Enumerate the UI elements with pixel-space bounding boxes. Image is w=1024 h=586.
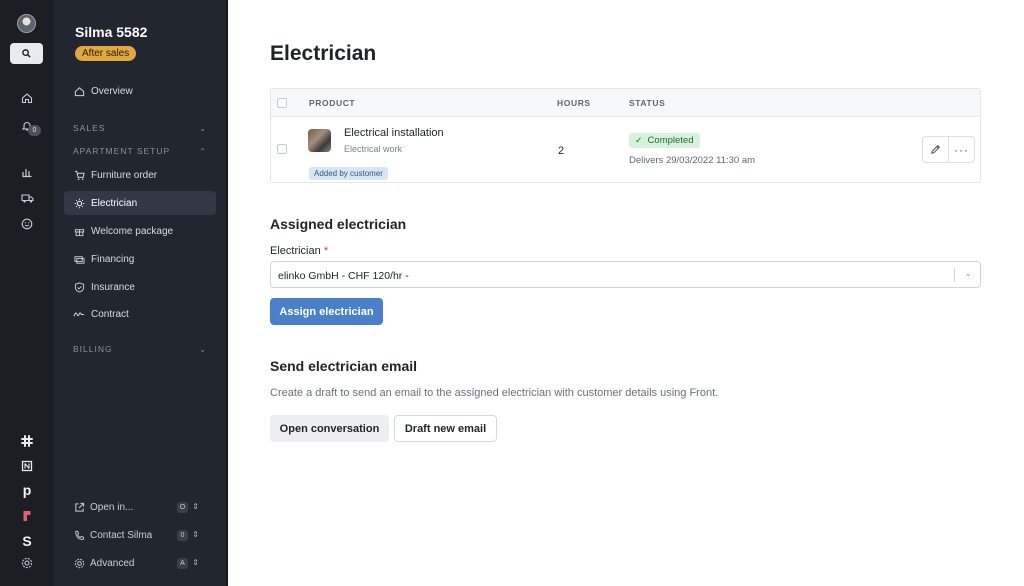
section-label: SALES <box>73 123 106 133</box>
sidebar-item-furniture-order[interactable]: Furniture order <box>64 163 216 187</box>
row-checkbox[interactable] <box>277 144 287 154</box>
field-label-text: Electrician <box>270 245 321 257</box>
status-badge: ✓ Completed <box>629 133 700 148</box>
home-icon[interactable] <box>0 87 54 109</box>
stage-badge: After sales <box>75 46 137 61</box>
chevron-down-icon: ⌄ <box>199 344 207 354</box>
section-label: BILLING <box>73 344 113 354</box>
chevron-down-icon: ⌄ <box>199 123 207 133</box>
updown-icon: ⇕ <box>192 530 199 539</box>
product-table: PRODUCT HOURS STATUS Electrical installa… <box>270 88 981 183</box>
pencil-icon <box>931 144 941 154</box>
sidebar-item-label: Welcome package <box>91 225 174 237</box>
external-link-icon <box>73 501 85 513</box>
assign-electrician-button[interactable]: Assign electrician <box>270 298 383 325</box>
sidebar-item-label: Electrician <box>91 197 138 209</box>
gift-icon <box>73 225 85 237</box>
shield-icon <box>73 281 85 293</box>
chevron-up-icon: ⌃ <box>199 146 207 156</box>
signature-icon <box>73 308 85 320</box>
section-apartment-setup[interactable]: APARTMENT SETUP ⌃ <box>73 145 207 157</box>
product-subtitle: Electrical work <box>344 144 403 154</box>
open-conversation-button[interactable]: Open conversation <box>270 415 389 442</box>
sidebar-item-label: Financing <box>91 253 135 265</box>
sidebar-item-welcome-package[interactable]: Welcome package <box>64 219 216 243</box>
advanced-menu[interactable]: Advanced A ⇕ <box>73 555 207 571</box>
bulb-icon <box>73 197 85 209</box>
shortcut-key: O <box>177 501 188 513</box>
updown-icon: ⇕ <box>192 502 199 511</box>
cart-icon <box>73 169 85 181</box>
draft-new-email-button[interactable]: Draft new email <box>394 415 497 442</box>
gear-icon <box>73 557 85 569</box>
customer-title: Silma 5582 <box>75 24 148 40</box>
added-by-customer-tag: Added by customer <box>309 167 388 180</box>
contact-menu[interactable]: Contact Silma 0 ⇕ <box>73 527 207 543</box>
product-name: Electrical installation <box>344 127 444 139</box>
smile-icon[interactable] <box>0 213 54 235</box>
money-icon <box>73 253 85 265</box>
footer-item-label: Open in... <box>90 501 134 513</box>
stripe-icon[interactable]: S <box>0 530 54 552</box>
section-sales[interactable]: SALES ⌄ <box>73 122 207 134</box>
check-icon: ✓ <box>635 135 643 145</box>
select-divider <box>954 268 955 282</box>
send-email-heading: Send electrician email <box>270 358 418 374</box>
figma-icon[interactable] <box>0 505 54 527</box>
assigned-electrician-heading: Assigned electrician <box>270 216 407 232</box>
electrician-select[interactable]: elinko GmbH - CHF 120/hr - ⌄ <box>270 261 981 288</box>
slack-icon[interactable] <box>0 430 54 452</box>
shortcut-key: A <box>177 557 188 569</box>
search-icon <box>22 49 31 58</box>
section-billing[interactable]: BILLING ⌄ <box>73 343 207 355</box>
edit-button[interactable] <box>922 136 949 163</box>
table-header: PRODUCT HOURS STATUS <box>271 89 980 117</box>
sidebar-item-overview[interactable]: Overview <box>64 79 216 103</box>
sidebar-item-label: Overview <box>91 85 133 97</box>
sidebar-item-label: Insurance <box>91 281 135 293</box>
email-description: Create a draft to send an email to the a… <box>270 387 719 399</box>
ellipsis-icon: ··· <box>954 142 969 157</box>
bell-icon[interactable] <box>0 115 54 137</box>
required-mark: * <box>323 245 329 257</box>
selected-value: elinko GmbH - CHF 120/hr - <box>278 270 409 282</box>
sidebar-item-electrician[interactable]: Electrician <box>64 191 216 215</box>
notion-icon[interactable] <box>0 455 54 477</box>
app-rail: 0 p S <box>0 0 54 586</box>
sidebar-item-label: Furniture order <box>91 169 158 181</box>
footer-item-label: Advanced <box>90 557 135 569</box>
pipedrive-icon[interactable]: p <box>0 479 54 501</box>
shortcut-key: 0 <box>177 529 188 541</box>
more-options-button[interactable]: ··· <box>948 136 975 163</box>
gear-icon[interactable] <box>0 552 54 574</box>
footer-item-label: Contact Silma <box>90 529 153 541</box>
open-in-menu[interactable]: Open in... O ⇕ <box>73 499 207 515</box>
column-header-product: PRODUCT <box>309 98 356 108</box>
chevron-down-icon: ⌄ <box>964 268 972 278</box>
sidebar: Silma 5582 After sales Overview SALES ⌄ … <box>54 0 228 586</box>
hours-value: 2 <box>558 145 565 157</box>
sidebar-item-contract[interactable]: Contract <box>64 302 216 326</box>
product-thumbnail <box>308 129 331 152</box>
home-icon <box>73 85 85 97</box>
sidebar-item-label: Contract <box>91 308 129 320</box>
page-title: Electrician <box>270 42 377 65</box>
sidebar-item-financing[interactable]: Financing <box>64 247 216 271</box>
chart-icon[interactable] <box>0 161 54 183</box>
section-label: APARTMENT SETUP <box>73 146 171 156</box>
status-label: Completed <box>647 135 694 146</box>
delivery-date: Delivers 29/03/2022 11:30 am <box>629 155 756 166</box>
electrician-field-label: Electrician * <box>270 245 328 257</box>
select-all-checkbox[interactable] <box>277 98 287 108</box>
search-button[interactable] <box>10 43 43 64</box>
phone-icon <box>73 529 85 541</box>
truck-icon[interactable] <box>0 187 54 209</box>
avatar[interactable] <box>17 14 36 33</box>
updown-icon: ⇕ <box>192 558 199 567</box>
column-header-hours: HOURS <box>557 98 591 108</box>
sidebar-item-insurance[interactable]: Insurance <box>64 275 216 299</box>
column-header-status: STATUS <box>629 98 666 108</box>
notification-count-badge: 0 <box>28 125 41 136</box>
